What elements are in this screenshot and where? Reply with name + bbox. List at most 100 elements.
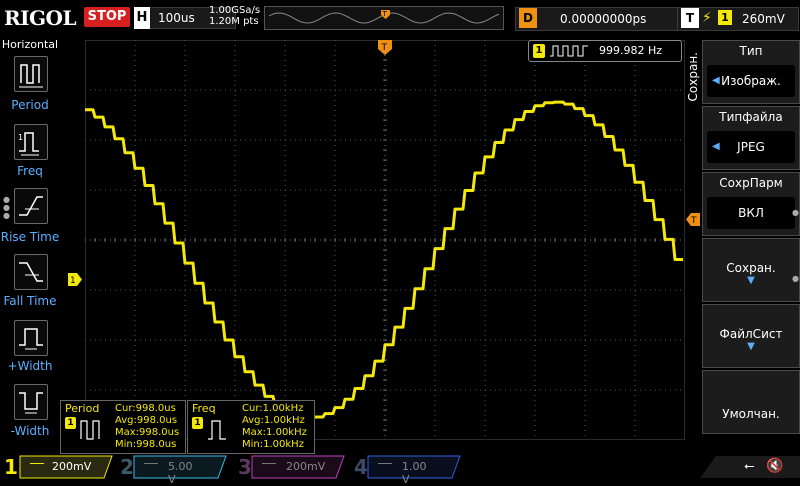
svg-text:T: T [382, 10, 388, 18]
channel-3-number: 3 [238, 455, 252, 479]
negative-width-button[interactable] [14, 384, 48, 420]
frequency-measurement-panel: Freq 1 Cur:1.00kHz Avg:1.00kHz Max:1.00k… [187, 400, 315, 454]
menu-default-label: Умолчан. [722, 407, 780, 421]
measurement-max: Max:998.0us [115, 427, 180, 438]
measurement-title: Freq [192, 402, 216, 415]
measurement-title: Period [65, 402, 100, 415]
fall-time-button[interactable] [14, 254, 48, 290]
down-arrow-icon: ▼ [747, 341, 755, 352]
measurement-avg: Avg:1.00kHz [242, 415, 305, 426]
dc-coupling-icon [30, 463, 44, 464]
rise-time-button[interactable] [14, 188, 48, 224]
positive-width-button[interactable] [14, 320, 48, 356]
rising-edge-icon: ⚡ [702, 10, 712, 26]
trigger-level-marker[interactable]: T [686, 213, 700, 226]
measurement-min: Min:1.00kHz [242, 439, 304, 450]
menu-type-value-box: ◀ Изображ. [707, 65, 795, 97]
delay-tag: D [519, 8, 537, 28]
channel-1-scale: 200mV [52, 460, 92, 473]
menu-type-value: Изображ. [721, 74, 781, 88]
measurement-channel: 1 [192, 417, 203, 429]
menu-page-dot-top: ● [792, 208, 799, 217]
period-button[interactable] [14, 56, 48, 92]
timebase-tag: H [134, 7, 150, 29]
menu-type[interactable]: Тип ◀ Изображ. [702, 40, 800, 104]
channel-2-number: 2 [120, 455, 134, 479]
menu-save-params-value-box: ВКЛ [707, 197, 795, 229]
rise-time-icon [19, 196, 43, 216]
period-icon [80, 420, 100, 440]
dc-coupling-icon [378, 463, 392, 464]
counter-value: 999.982 Hz [599, 44, 663, 57]
dc-coupling-icon [262, 463, 276, 464]
left-arrow-icon: ◀ [712, 75, 720, 86]
fall-time-icon [19, 262, 43, 282]
menu-label-period: Period [11, 98, 49, 112]
period-measurement-panel: Period 1 Cur:998.0us Avg:998.0us Max:998… [60, 400, 186, 454]
menu-label-fall-time: Fall Time [3, 294, 57, 308]
trigger-level: 260mV [742, 12, 785, 26]
counter-channel: 1 [533, 44, 545, 58]
svg-text:1: 1 [70, 276, 76, 286]
frequency-icon [208, 420, 226, 440]
trigger-position-marker: T [378, 40, 392, 55]
menu-save-label: Сохран. [726, 261, 776, 275]
menu-label-rise-time: Rise Time [0, 230, 60, 244]
frequency-icon: 1 [18, 132, 39, 156]
left-arrow-icon: ◀ [712, 141, 720, 152]
menu-file-type-title: Типфайла [719, 110, 783, 124]
down-arrow-icon: ▼ [747, 275, 755, 286]
menu-file-type-value-box: ◀ JPEG [707, 131, 795, 163]
menu-default[interactable]: Умолчан. [702, 370, 800, 434]
trigger-tag: T [681, 8, 699, 28]
ch1-offset-marker[interactable]: 1 [68, 273, 82, 286]
measurement-min: Min:998.0us [115, 439, 177, 450]
usb-icon: ⭠ [744, 459, 755, 474]
menu-type-title: Тип [739, 44, 763, 58]
menu-save-params[interactable]: СохрПарм ВКЛ [702, 172, 800, 236]
menu-file-system[interactable]: ФайлСист ▼ [702, 304, 800, 368]
measurement-cur: Cur:1.00kHz [242, 403, 304, 414]
svg-text:T: T [381, 43, 388, 53]
svg-text:T: T [690, 216, 697, 226]
rigol-logo: RIGOL [4, 6, 77, 30]
memory-depth: 1.20M pts [209, 16, 259, 27]
memory-waveform-strip: T [264, 6, 504, 30]
sample-rate: 1.00GSa/s [209, 5, 261, 16]
frequency-counter: 1 999.982 Hz [528, 40, 682, 62]
delay-value: 0.00000000ps [560, 12, 647, 26]
channel-3-scale: 200mV [286, 460, 326, 473]
channel-2-scale: 5.00 V [168, 460, 193, 486]
measurement-max: Max:1.00kHz [242, 427, 307, 438]
square-wave-icon [550, 45, 588, 57]
menu-save-params-title: СохрПарм [719, 176, 783, 190]
speaker-muted-icon[interactable]: 🔇 [766, 458, 783, 474]
menu-file-type-value: JPEG [737, 140, 765, 154]
save-menu-title: Сохран. [686, 52, 700, 102]
dc-coupling-icon [144, 463, 158, 464]
menu-label-freq: Freq [17, 164, 43, 178]
menu-label-negative-width: -Width [10, 424, 50, 438]
timebase-value: 100us [158, 11, 195, 25]
negative-width-icon [19, 392, 43, 414]
waveform-display[interactable] [85, 40, 685, 440]
positive-width-icon [19, 328, 43, 350]
trigger-source: 1 [718, 10, 732, 25]
menu-label-positive-width: +Width [7, 359, 53, 373]
measurement-cur: Cur:998.0us [115, 403, 176, 414]
memory-overview-icon: T [265, 7, 503, 29]
frequency-button[interactable]: 1 [14, 124, 48, 160]
channel-1-number: 1 [4, 455, 18, 479]
menu-save-params-value: ВКЛ [738, 206, 764, 220]
measurement-avg: Avg:998.0us [115, 415, 178, 426]
menu-file-type[interactable]: Типфайла ◀ JPEG [702, 106, 800, 170]
period-icon [19, 64, 43, 88]
measurement-channel: 1 [65, 417, 76, 429]
svg-text:1: 1 [18, 133, 23, 142]
menu-save[interactable]: Сохран. ▼ [702, 238, 800, 302]
run-stop-button[interactable]: STOP [84, 7, 130, 27]
channel-4-scale: 1.00 V [402, 460, 427, 486]
menu-page-dot-bottom: ● [792, 274, 799, 283]
horizontal-menu-title: Horizontal [1, 38, 59, 51]
menu-page-dots: ● ● ● [3, 195, 10, 220]
